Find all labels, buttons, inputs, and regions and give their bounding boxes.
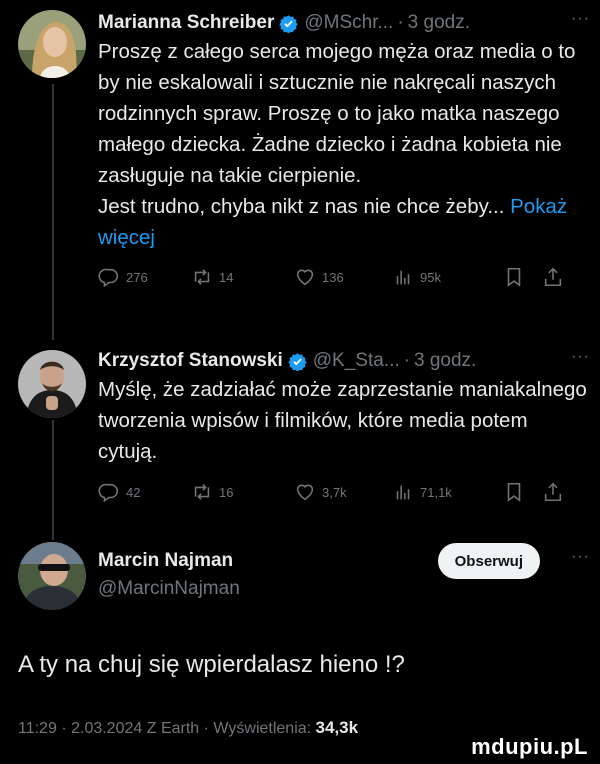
follow-button[interactable]: Obserwuj: [437, 543, 540, 579]
action-bar: 42 16 3,7k 71,1k: [98, 481, 590, 509]
avatar[interactable]: [18, 350, 86, 418]
tweet-paragraph: Jest trudno, chyba nikt z nas nie chce ż…: [98, 191, 590, 253]
tweet-date[interactable]: 2.03.2024 Z Earth: [71, 720, 199, 737]
thread-line: [52, 420, 54, 540]
tweet-paragraph-text: Jest trudno, chyba nikt z nas nie chce ż…: [98, 195, 505, 218]
reply-icon: [98, 268, 119, 288]
tweet-meta: 11:29 · 2.03.2024 Z Earth · Wyświetlenia…: [18, 718, 358, 738]
repost-button[interactable]: 16: [191, 481, 233, 503]
reply-button[interactable]: 276: [98, 266, 148, 288]
separator: ·: [403, 350, 410, 371]
bookmark-button[interactable]: [503, 266, 525, 288]
timestamp[interactable]: 3 godz.: [414, 350, 476, 372]
tweet-paragraph: Myślę, że zadziałać może zaprzestanie ma…: [98, 378, 587, 463]
tweet-text: A ty na chuj się wpierdalasz hieno !?: [18, 651, 405, 678]
views-button[interactable]: 71,1k: [392, 481, 452, 503]
views-icon: [396, 485, 410, 500]
author-name[interactable]: Marcin Najman: [98, 550, 233, 572]
like-button[interactable]: 3,7k: [294, 481, 347, 503]
author-name[interactable]: Marianna Schreiber: [98, 12, 274, 34]
share-icon: [544, 482, 562, 502]
views-count: 95k: [420, 269, 441, 285]
repost-icon: [194, 269, 210, 285]
share-button[interactable]: [542, 266, 564, 288]
avatar[interactable]: [18, 542, 86, 610]
bookmark-icon: [507, 267, 521, 287]
bookmark-icon: [507, 482, 521, 502]
heart-icon: [296, 269, 314, 286]
reply-button[interactable]: 42: [98, 481, 140, 503]
avatar[interactable]: [18, 10, 86, 78]
reply-count: 276: [126, 269, 148, 285]
verified-badge-icon: [288, 352, 307, 371]
tweet-time[interactable]: 11:29: [18, 720, 57, 737]
separator: ·: [61, 720, 67, 737]
watermark-logo: mdupiu.pL: [471, 734, 588, 759]
repost-icon: [194, 484, 210, 500]
repost-count: 14: [219, 269, 234, 285]
avatar-photo: [18, 10, 86, 78]
avatar-photo: [18, 542, 86, 610]
like-count: 3,7k: [322, 484, 347, 500]
author-name[interactable]: Krzysztof Stanowski: [98, 350, 283, 372]
more-options-icon[interactable]: ···: [571, 10, 590, 28]
share-button[interactable]: [542, 481, 564, 503]
tweet-card[interactable]: Marianna Schreiber @MSchr... · 3 godz. ·…: [98, 10, 590, 294]
views-button[interactable]: 95k: [392, 266, 441, 288]
author-handle[interactable]: @MarcinNajman: [98, 578, 590, 600]
separator: ·: [397, 12, 404, 33]
action-bar: 276 14 136 95k: [98, 266, 590, 294]
author-handle[interactable]: @MSchr...: [304, 12, 393, 34]
separator: ·: [203, 720, 209, 737]
timestamp[interactable]: 3 godz.: [408, 12, 470, 34]
repost-button[interactable]: 14: [191, 266, 233, 288]
views-count: 34,3k: [315, 718, 359, 737]
views-icon: [396, 270, 410, 285]
avatar-photo: [18, 350, 86, 418]
like-count: 136: [322, 269, 344, 285]
views-count: 71,1k: [420, 484, 452, 500]
reply-icon: [98, 483, 119, 503]
views-label: Wyświetlenia:: [213, 720, 312, 737]
more-options-icon[interactable]: ···: [571, 348, 590, 366]
tweet-header: Marianna Schreiber @MSchr... · 3 godz. ·…: [98, 10, 590, 36]
heart-icon: [296, 484, 314, 501]
tweet-card[interactable]: Krzysztof Stanowski @K_Sta... · 3 godz. …: [98, 348, 590, 509]
repost-count: 16: [219, 484, 234, 500]
verified-badge-icon: [279, 14, 299, 33]
thread-line: [52, 84, 54, 340]
tweet-paragraph: Proszę z całego serca mojego męża oraz m…: [98, 40, 576, 187]
bookmark-button[interactable]: [503, 481, 525, 503]
reply-count: 42: [126, 484, 141, 500]
author-handle[interactable]: @K_Sta...: [313, 350, 400, 372]
more-options-icon[interactable]: ···: [571, 548, 590, 566]
tweet-text: Myślę, że zadziałać może zaprzestanie ma…: [98, 374, 590, 467]
tweet-header: Krzysztof Stanowski @K_Sta... · 3 godz. …: [98, 348, 590, 374]
share-icon: [544, 267, 562, 287]
like-button[interactable]: 136: [294, 266, 344, 288]
tweet-text: Proszę z całego serca mojego męża oraz m…: [98, 36, 590, 253]
